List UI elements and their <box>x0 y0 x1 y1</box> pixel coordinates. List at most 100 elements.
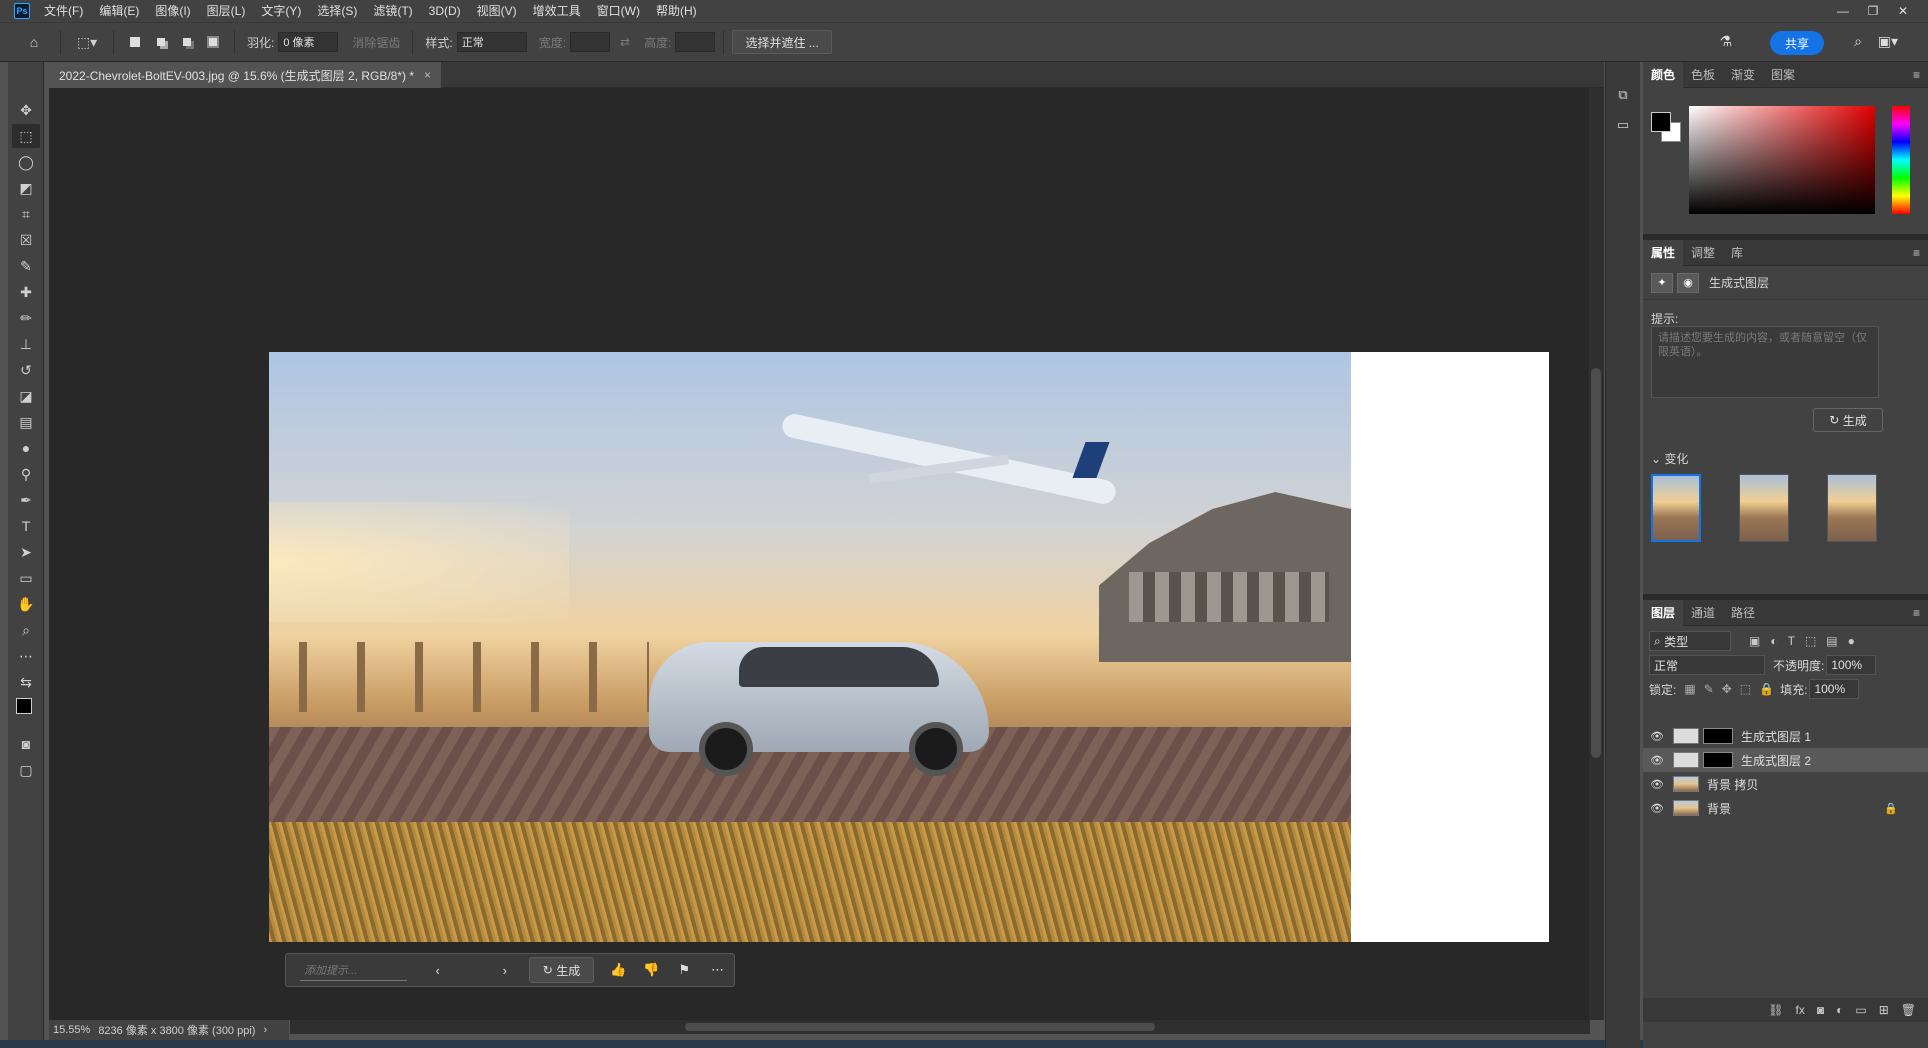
canvas-area[interactable]: 添加提示... ‹ › ↻ 生成 👍 👎 ⚑ ⋯ <box>49 88 1589 1020</box>
properties-generate-button[interactable]: ↻ 生成 <box>1813 408 1883 432</box>
opacity-input[interactable]: 100% <box>1826 655 1877 675</box>
move-tool-icon[interactable]: ✥ <box>12 98 40 122</box>
home-icon[interactable]: ⌂ <box>20 30 48 54</box>
layer-style-icon[interactable]: fx <box>1796 1003 1805 1017</box>
menu-window[interactable]: 窗口(W) <box>589 0 648 22</box>
more-options-icon[interactable]: ⋯ <box>701 958 734 982</box>
panel-menu-icon[interactable]: ≡ <box>1913 68 1920 82</box>
hand-tool-icon[interactable]: ✋ <box>12 592 40 616</box>
path-select-tool-icon[interactable]: ➤ <box>12 540 40 564</box>
adjustment-layer-icon[interactable]: ◐ <box>1836 1003 1843 1017</box>
status-expand-icon[interactable]: › <box>263 1024 267 1036</box>
filter-toggle-icon[interactable]: ● <box>1848 634 1855 648</box>
restore-icon[interactable]: ❐ <box>1858 4 1888 18</box>
horizontal-scroll-thumb[interactable] <box>685 1023 1155 1031</box>
hue-slider[interactable] <box>1892 106 1910 214</box>
tab-libraries[interactable]: 库 <box>1723 240 1751 266</box>
object-select-tool-icon[interactable]: ◩ <box>12 176 40 200</box>
vertical-scrollbar[interactable] <box>1589 88 1604 1020</box>
search-icon[interactable]: ⌕ <box>1854 33 1862 50</box>
add-selection-icon[interactable] <box>152 33 170 51</box>
layer-row[interactable]: 👁 背景 🔒 <box>1643 796 1928 820</box>
prompt-input[interactable]: 添加提示... <box>300 959 408 981</box>
foreground-color-swatch[interactable] <box>1651 112 1671 132</box>
filter-type-icon[interactable]: T <box>1788 634 1795 648</box>
tab-adjustments[interactable]: 调整 <box>1683 240 1723 266</box>
intersect-selection-icon[interactable] <box>204 33 222 51</box>
delete-layer-icon[interactable]: 🗑 <box>1901 1003 1916 1017</box>
quick-mask-icon[interactable]: ◙ <box>12 732 40 756</box>
fill-input[interactable]: 100% <box>1809 679 1860 699</box>
frame-tool-icon[interactable]: ☒ <box>12 228 40 252</box>
menu-help[interactable]: 帮助(H) <box>648 0 705 22</box>
layer-mask-thumbnail[interactable] <box>1703 728 1733 744</box>
more-tools-icon[interactable]: ⋯ <box>12 644 40 668</box>
flag-icon[interactable]: ⚑ <box>668 958 701 982</box>
thumbs-down-icon[interactable]: 👎 <box>635 958 668 982</box>
swap-colors-icon[interactable]: ⇆ <box>12 670 40 694</box>
subtract-selection-icon[interactable] <box>178 33 196 51</box>
healing-brush-tool-icon[interactable]: ✚ <box>12 280 40 304</box>
visibility-eye-icon[interactable]: 👁 <box>1647 754 1667 767</box>
menu-filter[interactable]: 滤镜(T) <box>365 0 420 22</box>
rectangle-tool-icon[interactable]: ▭ <box>12 566 40 590</box>
marquee-preset-icon[interactable]: ⬚▾ <box>73 30 101 54</box>
brush-tool-icon[interactable]: ✏ <box>12 306 40 330</box>
height-input[interactable] <box>675 32 716 52</box>
swap-icon[interactable]: ⇄ <box>620 35 630 49</box>
visibility-eye-icon[interactable]: 👁 <box>1647 778 1667 791</box>
generate-button[interactable]: ↻ 生成 <box>529 957 594 983</box>
select-and-mask-button[interactable]: 选择并遮住 ... <box>732 30 832 54</box>
variation-thumbnail-2[interactable] <box>1739 474 1789 542</box>
menu-plugins[interactable]: 增效工具 <box>525 0 589 22</box>
filter-shape-icon[interactable]: ⬚ <box>1805 634 1816 648</box>
lasso-tool-icon[interactable]: ◯ <box>12 150 40 174</box>
lock-transparent-icon[interactable]: ▦ <box>1684 682 1695 696</box>
zoom-tool-icon[interactable]: ⌕ <box>12 618 40 642</box>
foreground-color-swatch[interactable] <box>16 698 32 714</box>
panel-menu-icon[interactable]: ≡ <box>1913 246 1920 260</box>
variation-thumbnail-1[interactable] <box>1651 474 1701 542</box>
blur-tool-icon[interactable]: ● <box>12 436 40 460</box>
layer-row-selected[interactable]: 👁 生成式图层 2 <box>1643 748 1928 772</box>
menu-image[interactable]: 图像(I) <box>147 0 198 22</box>
tab-gradients[interactable]: 渐变 <box>1723 62 1763 88</box>
close-window-icon[interactable]: ✕ <box>1888 4 1918 18</box>
gradient-tool-icon[interactable]: ▤ <box>12 410 40 434</box>
layer-row[interactable]: 👁 背景 拷贝 <box>1643 772 1928 796</box>
add-mask-icon[interactable]: ◙ <box>1817 1003 1824 1017</box>
new-selection-icon[interactable] <box>126 33 144 51</box>
new-layer-icon[interactable]: ⊞ <box>1879 1003 1889 1017</box>
layer-row[interactable]: 👁 生成式图层 1 <box>1643 724 1928 748</box>
antialias-checkbox[interactable]: 消除锯齿 <box>352 34 400 51</box>
history-brush-tool-icon[interactable]: ↺ <box>12 358 40 382</box>
thumbs-up-icon[interactable]: 👍 <box>602 958 635 982</box>
color-picker-field[interactable] <box>1689 106 1875 214</box>
tab-paths[interactable]: 路径 <box>1723 600 1763 626</box>
variations-header[interactable]: ⌄ 变化 <box>1651 450 1688 467</box>
tab-patterns[interactable]: 图案 <box>1763 62 1803 88</box>
horizontal-scrollbar[interactable] <box>290 1020 1590 1034</box>
eyedropper-tool-icon[interactable]: ✎ <box>12 254 40 278</box>
menu-layer[interactable]: 图层(L) <box>199 0 254 22</box>
menu-3d[interactable]: 3D(D) <box>421 0 469 22</box>
color-swatches[interactable] <box>12 696 40 730</box>
layer-filter-select[interactable]: ⌕ 类型 <box>1649 631 1731 651</box>
screen-mode-icon[interactable]: ▢ <box>12 758 40 782</box>
zoom-level[interactable]: 15.55% <box>53 1024 90 1036</box>
lock-all-icon[interactable]: 🔒 <box>1759 682 1774 696</box>
lock-position-icon[interactable]: ✥ <box>1722 682 1732 696</box>
layer-mask-thumbnail[interactable] <box>1703 752 1733 768</box>
blend-mode-select[interactable]: 正常 <box>1649 655 1765 675</box>
new-group-icon[interactable]: ▭ <box>1855 1003 1866 1017</box>
link-layers-icon[interactable]: ⛓ <box>1768 1003 1783 1017</box>
stamp-tool-icon[interactable]: ⊥ <box>12 332 40 356</box>
panel-menu-icon[interactable]: ≡ <box>1913 606 1920 620</box>
visibility-eye-icon[interactable]: 👁 <box>1647 802 1667 815</box>
document-canvas[interactable] <box>269 352 1549 942</box>
filter-adjustment-icon[interactable]: ◐ <box>1770 634 1777 648</box>
visibility-eye-icon[interactable]: 👁 <box>1647 730 1667 743</box>
type-tool-icon[interactable]: T <box>12 514 40 538</box>
document-tab[interactable]: 2022-Chevrolet-BoltEV-003.jpg @ 15.6% (生… <box>49 62 442 88</box>
menu-file[interactable]: 文件(F) <box>36 0 91 22</box>
